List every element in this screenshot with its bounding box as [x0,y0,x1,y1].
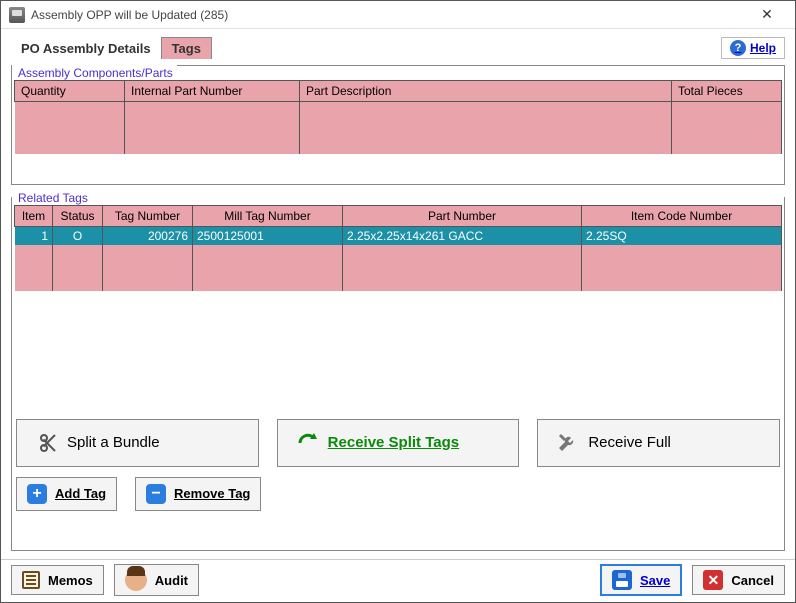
remove-tag-button[interactable]: − Remove Tag [135,477,261,511]
window-root: Assembly OPP will be Updated (285) ✕ PO … [0,0,796,603]
add-tag-label: Add Tag [55,486,106,501]
related-tags-grid-wrap: Item Status Tag Number Mill Tag Number P… [14,205,782,411]
receive-full-button[interactable]: Receive Full [537,419,780,467]
window-title: Assembly OPP will be Updated (285) [31,8,747,22]
assembly-components-legend: Assembly Components/Parts [12,64,177,80]
cancel-label: Cancel [731,573,774,588]
col-item[interactable]: Item [15,205,53,226]
assembly-components-grid[interactable]: Quantity Internal Part Number Part Descr… [14,80,782,182]
titlebar: Assembly OPP will be Updated (285) ✕ [1,1,795,29]
assembly-components-group: Assembly Components/Parts Quantity Inter… [11,65,785,185]
add-tag-button[interactable]: + Add Tag [16,477,117,511]
client-area: PO Assembly Details Tags ? Help Assembly… [1,29,795,559]
memos-label: Memos [48,573,93,588]
col-total-pieces[interactable]: Total Pieces [672,81,782,102]
receive-split-tags-button[interactable]: Receive Split Tags [277,419,520,467]
col-quantity[interactable]: Quantity [15,81,125,102]
cell-part-number: 2.25x2.25x14x261 GACC [343,226,582,245]
receive-arrow-icon [296,431,320,455]
notebook-icon [22,571,40,589]
col-status[interactable]: Status [53,205,103,226]
tag-actions-row: + Add Tag − Remove Tag [12,477,784,517]
assembly-components-grid-wrap: Quantity Internal Part Number Part Descr… [14,80,782,182]
table-row[interactable]: 1 O 200276 2500125001 2.25x2.25x14x261 G… [15,226,782,245]
receive-split-tags-label: Receive Split Tags [328,434,459,451]
scissors-icon [35,431,59,455]
remove-tag-label: Remove Tag [174,486,250,501]
col-part-description[interactable]: Part Description [300,81,672,102]
cell-item-code-number: 2.25SQ [582,226,782,245]
receive-full-label: Receive Full [588,434,671,451]
split-bundle-label: Split a Bundle [67,434,160,451]
app-icon [9,7,25,23]
minus-icon: − [146,484,166,504]
col-item-code-number[interactable]: Item Code Number [582,205,782,226]
help-button[interactable]: ? Help [721,37,785,59]
save-label: Save [640,573,670,588]
cancel-icon: ✕ [703,570,723,590]
tab-tags[interactable]: Tags [161,37,212,59]
detective-icon [125,569,147,591]
cell-mill-tag-number: 2500125001 [193,226,343,245]
col-mill-tag-number[interactable]: Mill Tag Number [193,205,343,226]
bundle-actions-row: Split a Bundle Receive Split Tags Receiv… [12,419,784,467]
related-tags-legend: Related Tags [12,189,784,205]
help-label: Help [750,41,776,55]
split-bundle-button[interactable]: Split a Bundle [16,419,259,467]
save-icon [612,570,632,590]
col-part-number[interactable]: Part Number [343,205,582,226]
wrench-icon [556,431,580,455]
related-tags-group: Related Tags Item Status Tag Number Mill… [11,197,785,552]
related-tags-grid[interactable]: Item Status Tag Number Mill Tag Number P… [14,205,782,411]
audit-button[interactable]: Audit [114,564,199,596]
close-icon[interactable]: ✕ [747,5,787,25]
footer-bar: Memos Audit Save ✕ Cancel [1,559,795,602]
cell-tag-number: 200276 [103,226,193,245]
memos-button[interactable]: Memos [11,565,104,595]
col-tag-number[interactable]: Tag Number [103,205,193,226]
cell-status: O [53,226,103,245]
help-icon: ? [730,40,746,56]
save-button[interactable]: Save [600,564,682,596]
tab-bar: PO Assembly Details Tags ? Help [11,35,785,61]
audit-label: Audit [155,573,188,588]
plus-icon: + [27,484,47,504]
tab-po-assembly-details[interactable]: PO Assembly Details [11,38,161,59]
col-internal-part[interactable]: Internal Part Number [125,81,300,102]
cancel-button[interactable]: ✕ Cancel [692,565,785,595]
cell-item: 1 [15,226,53,245]
